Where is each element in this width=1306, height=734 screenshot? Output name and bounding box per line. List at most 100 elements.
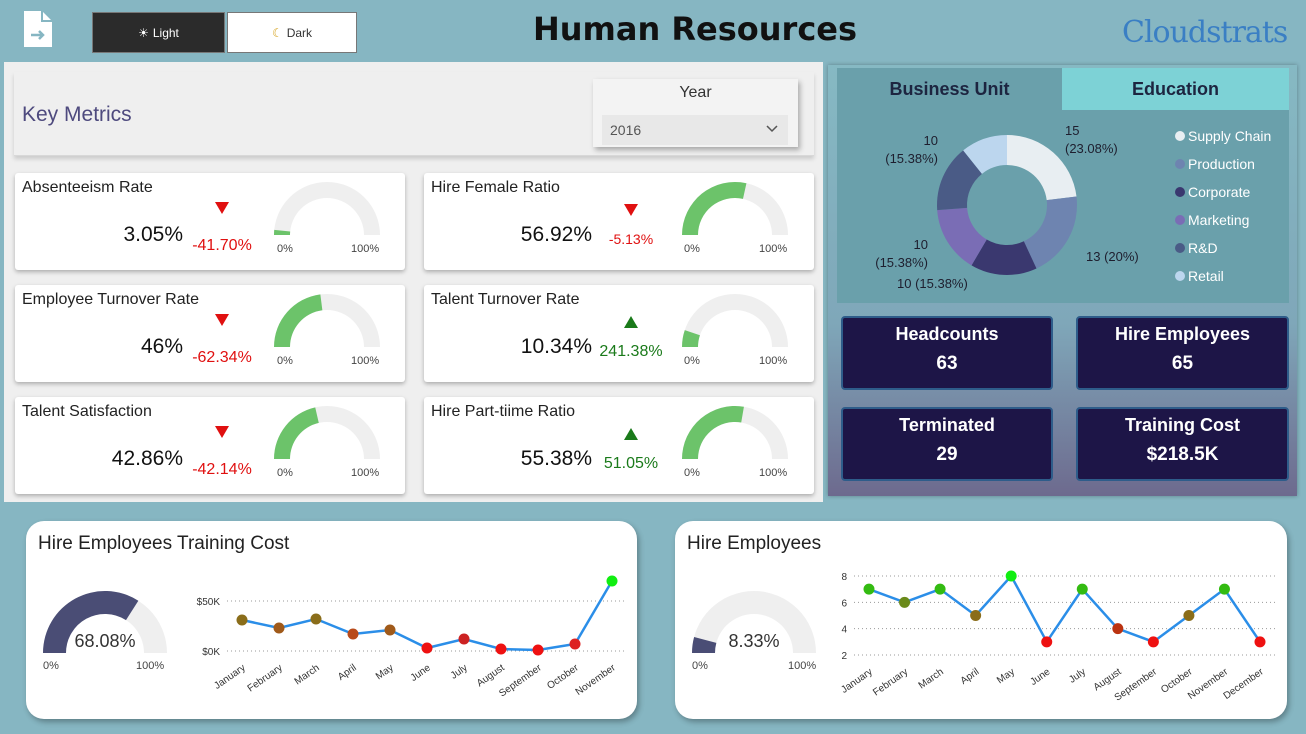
gauge-max-label: 100% — [759, 243, 788, 255]
training-cost-point[interactable] — [606, 575, 618, 587]
page-title: Human Resources — [532, 10, 858, 48]
hire-employees-x-tick: January — [840, 666, 875, 695]
training-cost-point[interactable] — [273, 622, 285, 634]
training-cost-x-tick: July — [449, 662, 470, 681]
hire-employees-point[interactable] — [970, 610, 982, 621]
legend-dot — [1175, 131, 1185, 141]
year-label: Year — [679, 84, 712, 101]
metric-title: Talent Turnover Rate — [431, 291, 580, 308]
metric-card: Employee Turnover Rate 46% -62.34% 0% 10… — [15, 285, 405, 382]
gauge-max-label: 100% — [759, 467, 788, 479]
metric-change: -42.14% — [192, 461, 252, 478]
hire-employees-point[interactable] — [1254, 636, 1266, 648]
metric-change: 51.05% — [603, 455, 659, 472]
training-cost-series-line — [241, 580, 614, 652]
training-cost-point[interactable] — [347, 628, 359, 640]
hire-employees-point[interactable] — [1005, 570, 1017, 582]
metric-card: Hire Female Ratio 56.92% -5.13% 0% 100% — [424, 173, 814, 270]
metric-change: 241.38% — [599, 343, 663, 360]
training-cost-point[interactable] — [495, 643, 507, 655]
metric-gauge-fill — [682, 406, 744, 459]
export-icon[interactable] — [18, 8, 58, 50]
trend-down-icon — [215, 426, 229, 438]
hire-employees-point[interactable] — [1218, 583, 1230, 595]
training-cost-y-tick: $50K — [197, 597, 221, 608]
gauge-max-label: 100% — [759, 355, 788, 367]
legend-item[interactable]: Marketing — [1175, 210, 1271, 230]
training-cost-y-tick: $0K — [202, 647, 220, 658]
moon-icon: ☾ — [271, 25, 283, 40]
metric-title: Hire Female Ratio — [431, 179, 560, 196]
training-cost-point[interactable] — [421, 642, 433, 654]
trend-down-icon — [624, 204, 638, 216]
legend-dot — [1175, 187, 1185, 197]
metric-card: Talent Satisfaction 42.86% -42.14% 0% 10… — [15, 397, 405, 494]
legend-item[interactable]: Supply Chain — [1175, 126, 1271, 146]
hire-employees-gauge-max: 100% — [788, 660, 817, 672]
legend-item[interactable]: Production — [1175, 154, 1271, 174]
training-cost-point[interactable] — [458, 633, 470, 645]
hire-employees-card: Hire Employees 8.33% 0% 100% 2 4 6 8 January… — [675, 521, 1287, 719]
hire-employees-gauge-value: 8.33% — [728, 631, 780, 651]
training-cost-point[interactable] — [569, 638, 581, 650]
legend-item[interactable]: R&D — [1175, 238, 1271, 258]
key-metrics-title: Key Metrics — [22, 103, 132, 126]
hire-employees-x-tick: March — [917, 666, 946, 691]
metric-value: 3.05% — [123, 223, 183, 246]
gauge-min-label: 0% — [277, 243, 293, 255]
training-cost-point[interactable] — [532, 644, 544, 656]
training-cost-x-tick: February — [246, 662, 285, 694]
training-cost-title: Hire Employees Training Cost — [38, 533, 290, 554]
hire-employees-point[interactable] — [899, 596, 911, 608]
training-cost-line-chart: $0K $50K JanuaryFebruary March April May June J… — [197, 575, 627, 700]
hire-employees-point[interactable] — [1041, 636, 1053, 648]
tab-education[interactable]: Education — [1062, 68, 1289, 110]
hire-employees-point[interactable] — [1147, 636, 1159, 648]
metric-card: Talent Turnover Rate 10.34% 241.38% 0% 1… — [424, 285, 814, 382]
hire-employees-point[interactable] — [1112, 623, 1124, 635]
training-cost-point[interactable] — [236, 614, 248, 626]
legend-item[interactable]: Retail — [1175, 266, 1271, 286]
metric-card: Hire Part-tiime Ratio 55.38% 51.05% 0% 1… — [424, 397, 814, 494]
trend-up-icon — [624, 316, 638, 328]
gauge-min-label: 0% — [684, 467, 700, 479]
metric-change: -62.34% — [192, 349, 252, 366]
donut-label-corporate: 10 (15.38%) — [897, 276, 968, 291]
theme-light-button[interactable]: ☀ Light — [92, 12, 225, 53]
gauge-min-label: 0% — [277, 355, 293, 367]
metric-gauge-track — [274, 182, 380, 235]
metric-gauge-fill — [274, 294, 323, 347]
metric-gauge — [274, 182, 380, 235]
metric-gauge-fill — [274, 407, 319, 459]
training-cost-gauge-max: 100% — [136, 660, 165, 672]
training-cost-point[interactable] — [384, 624, 396, 636]
kpi-training-cost: Training Cost $218.5K — [1076, 407, 1289, 481]
metric-card: Absenteeism Rate 3.05% -41.70% 0% 100% — [15, 173, 405, 270]
hire-employees-point[interactable] — [1076, 583, 1088, 595]
trend-down-icon — [215, 202, 229, 214]
hire-employees-point[interactable] — [863, 583, 875, 595]
gauge-max-label: 100% — [351, 467, 380, 479]
training-cost-x-tick: January — [212, 662, 247, 691]
hire-employees-point[interactable] — [934, 583, 946, 595]
gauge-max-label: 100% — [351, 355, 380, 367]
trend-down-icon — [215, 314, 229, 326]
year-dropdown[interactable]: 2016 — [602, 115, 788, 145]
donut-label-rd: 10 (15.38%) — [885, 133, 938, 166]
hire-employees-x-tick: February — [871, 666, 910, 698]
training-cost-point[interactable] — [310, 613, 322, 625]
gauge-min-label: 0% — [684, 355, 700, 367]
hire-employees-point[interactable] — [1183, 610, 1195, 621]
metric-gauge — [682, 294, 788, 347]
donut-slice-production[interactable] — [1023, 196, 1077, 269]
trend-up-icon — [624, 428, 638, 440]
legend-item[interactable]: Corporate — [1175, 182, 1271, 202]
hire-employees-x-tick: December — [1222, 666, 1267, 702]
legend-dot — [1175, 215, 1185, 225]
metric-gauge-fill — [682, 182, 747, 235]
metric-gauge — [682, 182, 788, 235]
theme-dark-button[interactable]: ☾ Dark — [227, 12, 357, 53]
metric-gauge — [274, 294, 380, 347]
tab-business-unit[interactable]: Business Unit — [837, 68, 1062, 110]
hire-employees-y-tick: 4 — [841, 625, 847, 636]
